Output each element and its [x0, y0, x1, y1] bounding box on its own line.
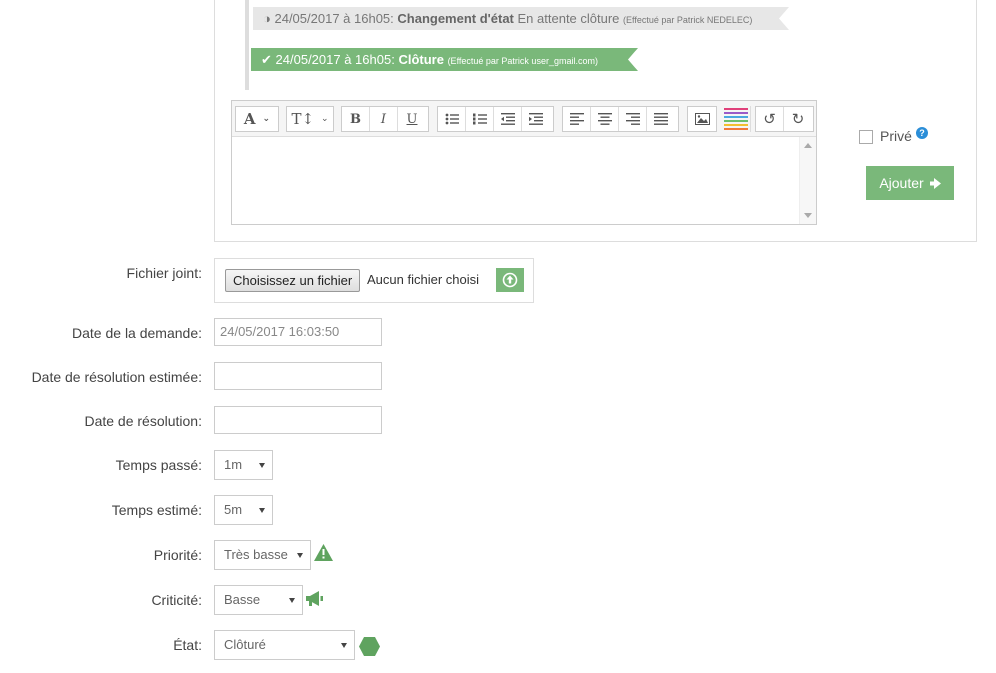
event-date: 24/05/2017 à 16h05: [274, 11, 394, 26]
redo-button[interactable]: ↻ [784, 107, 812, 131]
warning-icon [314, 544, 333, 561]
add-label: Ajouter [879, 175, 924, 191]
editor-scrollbar[interactable] [799, 137, 816, 224]
request-date-field[interactable]: 24/05/2017 16:03:50 [214, 318, 382, 346]
scroll-down-icon[interactable] [804, 213, 812, 218]
criticality-select[interactable]: Basse [214, 585, 303, 615]
justify-button[interactable] [647, 107, 675, 131]
half-circle-icon: ◑ [263, 11, 271, 26]
caret-down-icon [297, 553, 303, 558]
insert-image-button[interactable] [688, 107, 716, 131]
megaphone-icon [306, 591, 323, 606]
italic-button[interactable]: I [370, 107, 398, 131]
priority-value: Très basse [224, 547, 288, 562]
bullet-list-icon [445, 113, 459, 125]
event-author: (Effectué par Patrick user_gmail.com) [447, 56, 598, 66]
color-button[interactable] [721, 106, 751, 132]
align-right-icon [625, 113, 640, 125]
caret-down-icon [341, 643, 347, 648]
time-spent-select[interactable]: 1m [214, 450, 273, 480]
indent-button[interactable] [522, 107, 550, 131]
indent-icon [529, 113, 543, 125]
criticality-value: Basse [224, 592, 261, 607]
caret-down-icon [259, 463, 265, 468]
redo-icon: ↻ [791, 110, 805, 128]
check-icon: ✔ [261, 52, 272, 67]
underline-button[interactable]: U [398, 107, 426, 131]
resolution-date-label: Date de résolution: [84, 413, 202, 429]
event-detail: En attente clôture [517, 11, 620, 26]
text-style-group: B I U [341, 106, 429, 132]
numbered-list-button[interactable] [466, 107, 494, 131]
align-right-button[interactable] [619, 107, 647, 131]
list-group [437, 106, 554, 132]
resolution-date-field[interactable] [214, 406, 382, 434]
timeline-event-state-change: ◑ 24/05/2017 à 16h05: Changement d'état … [253, 7, 789, 30]
editor-toolbar: A ⌄ T↕ ⌄ B I U ↺ ↻ [232, 101, 816, 137]
chevron-down-icon: ⌄ [321, 114, 329, 124]
state-label: État: [173, 637, 202, 653]
time-estimated-value: 5m [224, 502, 243, 517]
chevron-down-icon: ⌄ [262, 114, 271, 124]
no-file-text: Aucun fichier choisi [367, 272, 479, 287]
timeline-event-closure: ✔ 24/05/2017 à 16h05: Clôture (Effectué … [251, 48, 638, 71]
state-value: Clôturé [224, 637, 266, 652]
outdent-button[interactable] [494, 107, 522, 131]
undo-button[interactable]: ↺ [756, 107, 784, 131]
attachment-box: Choisissez un fichier Aucun fichier choi… [214, 258, 534, 303]
state-select[interactable]: Clôturé [214, 630, 355, 660]
hexagon-icon [359, 637, 380, 656]
comment-editor[interactable]: A ⌄ T↕ ⌄ B I U ↺ ↻ [231, 100, 817, 225]
font-icon: A [243, 110, 256, 128]
add-comment-button[interactable]: Ajouter [866, 166, 954, 200]
outdent-icon [500, 113, 515, 125]
event-author: (Effectué par Patrick NEDELEC) [623, 15, 753, 25]
caret-down-icon [289, 598, 295, 603]
priority-select[interactable]: Très basse [214, 540, 311, 570]
justify-icon [654, 113, 668, 125]
estimated-resolution-label: Date de résolution estimée: [31, 369, 202, 385]
choose-file-button[interactable]: Choisissez un fichier [225, 269, 361, 292]
align-center-button[interactable] [591, 107, 619, 131]
bold-button[interactable]: B [342, 107, 370, 131]
attachment-label: Fichier joint: [126, 265, 202, 281]
upload-button[interactable] [496, 268, 524, 292]
arrow-right-icon [929, 177, 941, 189]
font-dropdown[interactable]: A ⌄ [235, 106, 279, 132]
help-icon[interactable]: ? [916, 127, 928, 139]
time-estimated-label: Temps estimé: [111, 502, 202, 518]
private-label: Privé [880, 128, 912, 144]
undo-icon: ↺ [763, 110, 776, 128]
timeline-line [245, 0, 249, 90]
request-date-label: Date de la demande: [72, 325, 202, 341]
criticality-label: Criticité: [151, 592, 202, 608]
time-estimated-select[interactable]: 5m [214, 495, 273, 525]
private-checkbox[interactable] [859, 130, 873, 144]
font-size-dropdown[interactable]: T↕ ⌄ [286, 106, 334, 132]
upload-icon [502, 272, 518, 288]
align-left-button[interactable] [563, 107, 591, 131]
time-spent-label: Temps passé: [115, 457, 202, 473]
event-title: Changement d'état [397, 11, 514, 26]
bulleted-list-button[interactable] [438, 107, 466, 131]
priority-label: Priorité: [153, 547, 202, 563]
align-left-icon [569, 113, 584, 125]
image-icon [694, 113, 710, 125]
align-center-icon [597, 113, 612, 125]
text-size-icon: T↕ [291, 110, 315, 128]
event-title: Clôture [398, 52, 444, 67]
color-palette-icon [723, 108, 748, 130]
align-group [562, 106, 679, 132]
time-spent-value: 1m [224, 457, 243, 472]
caret-down-icon [259, 508, 265, 513]
numbered-list-icon [472, 113, 487, 125]
event-date: 24/05/2017 à 16h05: [275, 52, 395, 67]
scroll-up-icon[interactable] [804, 143, 812, 148]
image-group [687, 106, 717, 132]
history-group: ↺ ↻ [755, 106, 814, 132]
estimated-resolution-field[interactable] [214, 362, 382, 390]
